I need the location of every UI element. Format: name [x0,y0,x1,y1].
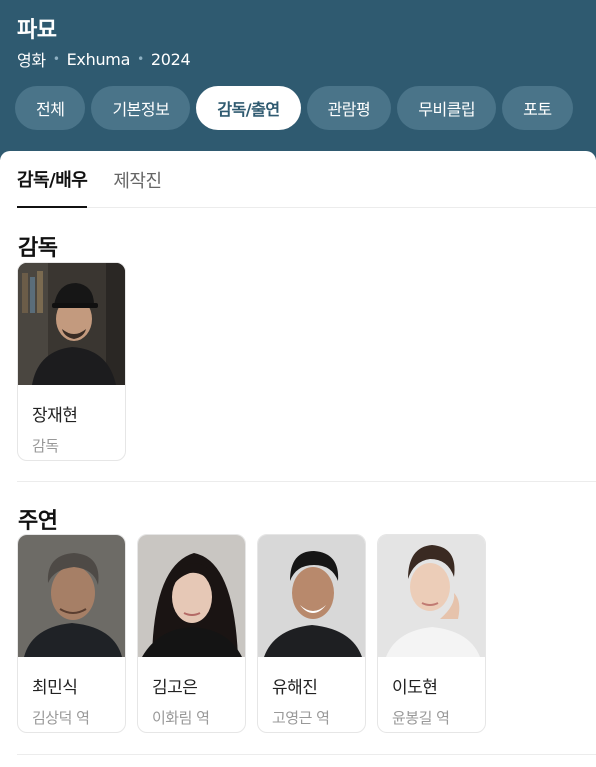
tab-reviews[interactable]: 관람평 [306,86,392,130]
tab-basic-info[interactable]: 기본정보 [91,86,191,130]
person-photo [378,535,485,657]
meta-year: 2024 [150,49,191,69]
person-card[interactable]: 장재현 감독 [17,262,126,461]
subtab-bar: 감독/배우 제작진 [17,151,596,208]
person-photo [18,263,125,385]
person-name: 장재현 [32,406,78,426]
section-title-director: 감독 [18,236,58,261]
person-role: 이화림 역 [152,709,210,727]
tab-movie-clips[interactable]: 무비클립 [397,86,497,130]
person-name: 최민식 [32,678,78,698]
section-divider [17,481,596,482]
cast-list: 최민식 김상덕 역 김고은 이화림 역 유해진 고영근 역 이도현 윤봉길 역 [17,534,486,733]
content-sheet: 감독/배우 제작진 감독 장재현 감독 주연 최민식 김상덕 역 김고은 이화림… [0,151,596,767]
person-name: 이도현 [392,678,438,698]
tab-all[interactable]: 전체 [15,86,86,130]
tab-photos[interactable]: 포토 [502,86,573,130]
tab-bar: 전체 기본정보 감독/출연 관람평 무비클립 포토 [15,86,573,130]
person-card[interactable]: 김고은 이화림 역 [137,534,246,733]
subtab-director-actors[interactable]: 감독/배우 [17,151,88,208]
person-card[interactable]: 이도현 윤봉길 역 [377,534,486,733]
director-list: 장재현 감독 [17,262,126,461]
section-title-cast: 주연 [18,509,58,534]
meta-original-title: Exhuma [66,49,131,69]
person-card[interactable]: 유해진 고영근 역 [257,534,366,733]
separator-dot: • [137,52,144,66]
person-photo [18,535,125,657]
separator-dot: • [52,52,60,66]
movie-title: 파묘 [17,18,57,43]
person-role: 김상덕 역 [32,709,90,727]
person-role: 고영근 역 [272,709,330,727]
person-name: 김고은 [152,678,198,698]
person-role: 감독 [32,437,59,455]
movie-header: 파묘 영화 • Exhuma • 2024 전체 기본정보 감독/출연 관람평 … [0,0,596,160]
section-divider [17,754,596,755]
person-photo [138,535,245,657]
person-name: 유해진 [272,678,318,698]
person-role: 윤봉길 역 [392,709,450,727]
tab-cast-crew[interactable]: 감독/출연 [196,86,301,130]
movie-meta: 영화 • Exhuma • 2024 [17,47,191,71]
meta-type: 영화 [17,51,46,70]
person-photo [258,535,365,657]
subtab-production-staff[interactable]: 제작진 [113,151,162,208]
person-card[interactable]: 최민식 김상덕 역 [17,534,126,733]
